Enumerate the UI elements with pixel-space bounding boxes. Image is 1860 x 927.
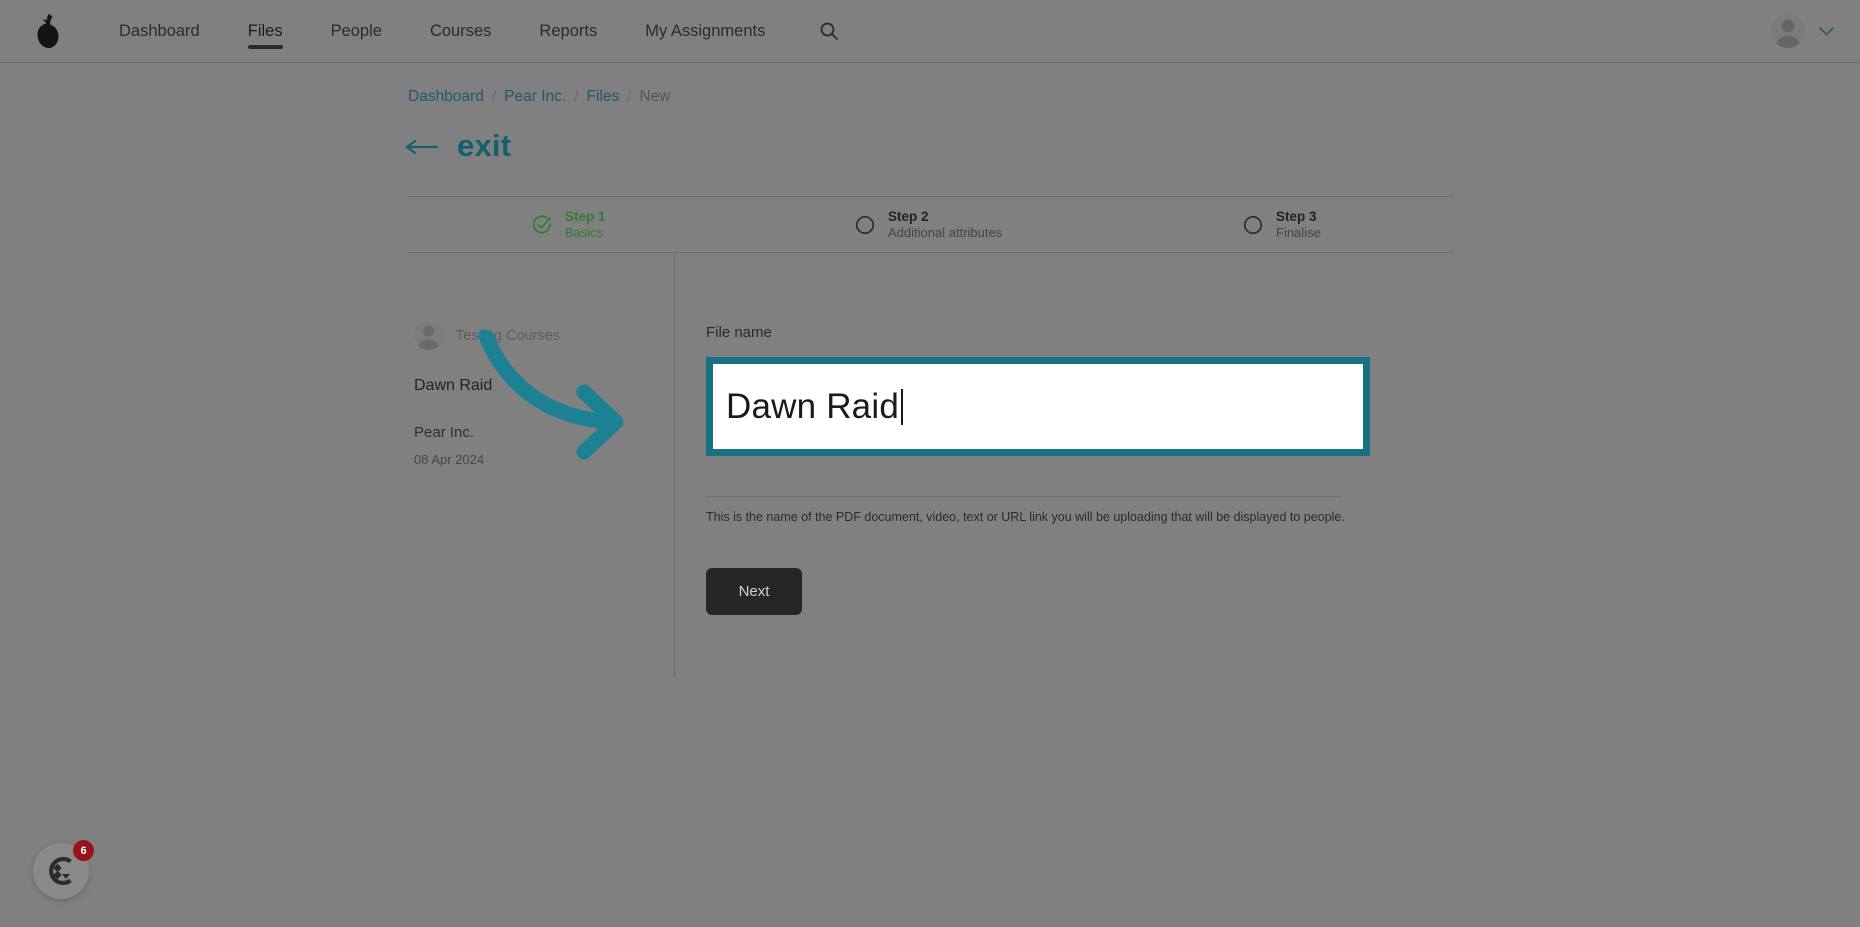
exit-button[interactable]: exit bbox=[405, 128, 511, 164]
breadcrumb-separator: / bbox=[491, 88, 497, 105]
divider bbox=[674, 253, 675, 678]
summary-file-title: Dawn Raid bbox=[414, 377, 493, 394]
stepper-step-2-title: Step 2 bbox=[888, 208, 929, 224]
stepper-step-2-subtitle: Additional attributes bbox=[888, 225, 1003, 241]
file-name-hint: This is the name of the PDF document, vi… bbox=[706, 510, 1345, 524]
stepper-step-3[interactable]: Step 3 Finalise bbox=[1243, 208, 1321, 241]
chat-widget-icon bbox=[49, 856, 72, 886]
file-name-input[interactable]: Dawn Raid bbox=[706, 357, 1370, 456]
nav-item-my-assignments[interactable]: My Assignments bbox=[621, 0, 789, 63]
chat-widget-bubble[interactable]: 6 bbox=[33, 840, 94, 899]
wizard-body: Testing Courses Dawn Raid Pear Inc. 08 A… bbox=[408, 253, 1454, 678]
summary-date: 08 Apr 2024 bbox=[414, 452, 485, 467]
breadcrumb-separator: / bbox=[574, 88, 579, 105]
summary-owner-name: Testing Courses bbox=[456, 327, 560, 344]
user-avatar-icon bbox=[1771, 14, 1805, 48]
file-name-label: File name bbox=[706, 324, 772, 341]
stepper-step-1[interactable]: Step 1 Basics bbox=[532, 208, 606, 241]
summary-owner: Testing Courses bbox=[414, 321, 664, 350]
next-button[interactable]: Next bbox=[706, 568, 802, 615]
exit-label: exit bbox=[457, 128, 512, 163]
nav-item-courses[interactable]: Courses bbox=[406, 0, 515, 63]
app-logo[interactable] bbox=[0, 12, 95, 50]
pear-logo-icon bbox=[37, 13, 58, 48]
avatar bbox=[414, 321, 443, 350]
arrow-left-icon bbox=[405, 133, 439, 160]
breadcrumb-item-new: New bbox=[639, 88, 671, 105]
summary-organisation: Pear Inc. bbox=[414, 424, 475, 441]
nav-item-reports[interactable]: Reports bbox=[515, 0, 621, 63]
user-avatar-icon bbox=[414, 321, 443, 350]
check-circle-icon bbox=[532, 214, 552, 235]
nav-item-dashboard[interactable]: Dashboard bbox=[95, 0, 224, 63]
stepper-step-3-subtitle: Finalise bbox=[1276, 225, 1321, 241]
stepper-step-3-title: Step 3 bbox=[1276, 208, 1317, 224]
breadcrumb-item-dashboard[interactable]: Dashboard bbox=[408, 88, 484, 106]
file-name-input-value: Dawn Raid bbox=[726, 387, 899, 426]
top-navigation-bar: Dashboard Files People Courses Reports M… bbox=[0, 0, 1860, 63]
empty-circle-icon bbox=[855, 215, 875, 235]
search-button[interactable] bbox=[819, 21, 839, 41]
file-name-form: File name Dawn Raid This is the name of … bbox=[706, 253, 1406, 615]
chevron-down-icon[interactable] bbox=[1819, 25, 1834, 38]
search-icon bbox=[820, 22, 839, 40]
divider bbox=[706, 496, 1341, 497]
empty-circle-icon bbox=[1243, 215, 1263, 235]
chat-unread-badge: 6 bbox=[73, 840, 94, 861]
breadcrumb-item-files[interactable]: Files bbox=[586, 88, 619, 106]
breadcrumb-item-pear-inc[interactable]: Pear Inc. bbox=[504, 88, 566, 106]
account-menu[interactable] bbox=[1771, 14, 1860, 48]
chat-widget-button[interactable]: 6 bbox=[33, 840, 94, 899]
avatar[interactable] bbox=[1771, 14, 1805, 48]
text-cursor bbox=[901, 388, 903, 425]
stepper-step-2[interactable]: Step 2 Additional attributes bbox=[855, 208, 1003, 241]
nav-item-files[interactable]: Files bbox=[224, 0, 307, 63]
stepper-step-1-subtitle: Basics bbox=[565, 225, 604, 241]
wizard-card: Step 1 Basics Step 2 Additional attribut… bbox=[408, 196, 1454, 678]
primary-nav-items: Dashboard Files People Courses Reports M… bbox=[95, 0, 789, 63]
wizard-stepper: Step 1 Basics Step 2 Additional attribut… bbox=[408, 197, 1454, 252]
app-page: Dashboard Files People Courses Reports M… bbox=[0, 0, 1860, 927]
stepper-step-1-title: Step 1 bbox=[565, 208, 606, 224]
breadcrumb: Dashboard / Pear Inc. / Files / New bbox=[408, 88, 671, 106]
breadcrumb-separator: / bbox=[627, 88, 632, 105]
file-summary-panel: Testing Courses Dawn Raid Pear Inc. 08 A… bbox=[414, 321, 664, 467]
nav-item-people[interactable]: People bbox=[307, 0, 406, 63]
